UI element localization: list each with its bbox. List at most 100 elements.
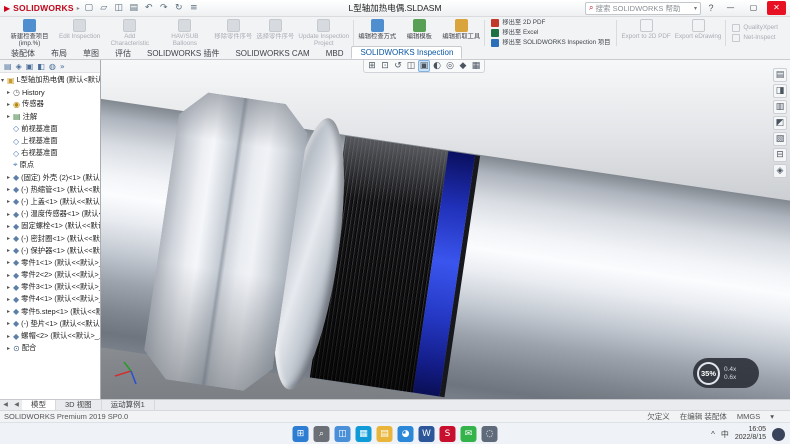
tree-item-assembly-root[interactable]: ▾▣L型轴加热电偶 (默认<默认_显示状态-1 <box>0 74 100 86</box>
maximize-button[interactable]: ▢ <box>744 1 763 15</box>
propertymanager-tab-icon[interactable]: ◈ <box>16 62 22 71</box>
tree-item-part[interactable]: ▸◆固定螺栓<1> (默认<<默认>_显示状... <box>0 220 100 232</box>
search-caret-icon[interactable]: ▾ <box>694 5 697 12</box>
tree-item-part[interactable]: ▸◆零件4<1> (默认<<默认>_... <box>0 293 100 305</box>
print-icon[interactable]: ▤ <box>128 1 140 16</box>
select-balloons-button[interactable]: 选择零件序号 <box>254 18 296 48</box>
new-inspection-project-button[interactable]: 新建检查项目(imp.%) <box>2 18 57 48</box>
new-file-icon[interactable]: ▢ <box>83 1 95 16</box>
undo-icon[interactable]: ↶ <box>143 1 155 16</box>
export-excel-item[interactable]: 移出至 Excel <box>491 29 610 37</box>
tree-item-origin[interactable]: ⌖原点 <box>0 159 100 171</box>
rebuild-icon[interactable]: ↻ <box>173 1 185 16</box>
edit-inspection-method-button[interactable]: 编辑检查方式 <box>356 18 398 48</box>
edit-template-button[interactable]: 编辑模板 <box>398 18 440 48</box>
tab-motion-study[interactable]: 运动算例1 <box>102 400 155 410</box>
chat-button[interactable]: ✉ <box>461 426 477 442</box>
hide-show-items-icon[interactable]: ◎ <box>444 60 456 72</box>
displaymanager-tab-icon[interactable]: ◍ <box>49 62 56 71</box>
help-search-input[interactable]: ⌕ 搜索 SOLIDWORKS 帮助 ▾ <box>585 2 701 15</box>
remove-balloons-button[interactable]: 移除零件序号 <box>212 18 254 48</box>
apply-scene-icon[interactable]: ▦ <box>470 60 482 72</box>
tab-sketch[interactable]: 草图 <box>75 48 107 59</box>
tab-3d-views[interactable]: 3D 视图 <box>56 400 102 410</box>
export-2d-pdf-item[interactable]: 移出至 2D PDF <box>491 19 610 27</box>
widgets-button[interactable]: ▦ <box>356 426 372 442</box>
tree-item-part[interactable]: ▸◆(-) 热缩管<1> (默认<<默认>_显... <box>0 184 100 196</box>
tab-solidworks-inspection[interactable]: SOLIDWORKS Inspection <box>351 46 462 59</box>
notification-badge-icon[interactable] <box>772 428 785 441</box>
qualityxpert-item[interactable]: QualityXpert <box>732 24 778 32</box>
scroll-tabs-left-icon[interactable]: ◀ <box>0 400 11 410</box>
tree-item-sensors[interactable]: ▸◉传感器 <box>0 98 100 110</box>
tree-item-part[interactable]: ▸◆零件2<2> (默认<<默认>_... <box>0 269 100 281</box>
net-inspect-item[interactable]: Net-Inspect <box>732 34 778 42</box>
taskbar-clock[interactable]: 16:05 2022/8/15 <box>735 426 766 443</box>
dimxpertmanager-tab-icon[interactable]: ◧ <box>37 62 45 71</box>
tree-item-part[interactable]: ▸◆零件1<1> (默认<<默认>_显示状态 <box>0 257 100 269</box>
help-button[interactable]: ? <box>705 3 717 13</box>
viewport-side-tool-icon[interactable]: ◨ <box>773 84 787 98</box>
open-file-icon[interactable]: ▱ <box>98 1 110 16</box>
tab-solidworks-cam[interactable]: SOLIDWORKS CAM <box>227 48 317 59</box>
tree-item-part[interactable]: ▸◆(-) 垫片<1> (默认<<默认> -> <box>0 318 100 330</box>
tab-assembly[interactable]: 装配体 <box>3 48 43 59</box>
tree-item-part[interactable]: ▸◆(固定) 外壳 (2)<1> (默认<<默认>_显示状 <box>0 172 100 184</box>
viewport-side-tool-icon[interactable]: ▧ <box>773 132 787 146</box>
word-button[interactable]: W <box>419 426 435 442</box>
scroll-tabs-left-icon[interactable]: ◀ <box>11 400 22 410</box>
search-button[interactable]: ⌕ <box>314 426 330 442</box>
task-view-button[interactable]: ◫ <box>335 426 351 442</box>
edge-button[interactable]: ◕ <box>398 426 414 442</box>
tree-item-part[interactable]: ▸◆(-) 温度传感器<1> (默认<<默认... <box>0 208 100 220</box>
tree-item-top-plane[interactable]: ◇上视基准面 <box>0 135 100 147</box>
tab-mbd[interactable]: MBD <box>318 48 352 59</box>
tab-model[interactable]: 模型 <box>22 400 56 410</box>
section-view-icon[interactable]: ◫ <box>405 60 417 72</box>
zoom-area-icon[interactable]: ⊡ <box>379 60 391 72</box>
export-to-2d-pdf-button[interactable]: Export to 2D PDF <box>619 18 672 48</box>
ime-indicator[interactable]: 中 <box>721 429 729 440</box>
tree-item-mates[interactable]: ▸⊙配合 <box>0 342 100 354</box>
close-button[interactable]: ✕ <box>767 1 786 15</box>
tray-expand-icon[interactable]: ^ <box>711 430 715 439</box>
add-characteristic-button[interactable]: Add Characteristic <box>102 18 157 48</box>
options-icon[interactable]: ≡ <box>188 1 200 16</box>
panel-overflow-icon[interactable]: » <box>60 62 65 71</box>
tree-item-right-plane[interactable]: ◇右视基准面 <box>0 147 100 159</box>
update-inspection-project-button[interactable]: Update Inspection Project <box>296 18 351 48</box>
viewport-3d[interactable]: ⊞ ⊡ ↺ ◫ ▣ ◐ ◎ ◆ ▦ ▤ ◨ ▥ ◩ ▧ ⊟ ◈ 35% 0.4x… <box>101 60 790 399</box>
file-explorer-button[interactable]: ▤ <box>377 426 393 442</box>
save-icon[interactable]: ◫ <box>113 1 125 16</box>
tree-item-part[interactable]: ▸◆零件5.step<1> (默认<<默认>... <box>0 306 100 318</box>
edit-capture-tool-button[interactable]: 编辑抓取工具 <box>440 18 482 48</box>
edit-appearance-icon[interactable]: ◆ <box>457 60 469 72</box>
export-edrawing-button[interactable]: Export eDrawing <box>673 18 724 48</box>
tree-item-part[interactable]: ▸◆(-) 上盖<1> (默认<<默认>_显示状... <box>0 196 100 208</box>
tree-item-history[interactable]: ▸◷History <box>0 86 100 98</box>
viewport-side-tool-icon[interactable]: ◈ <box>773 164 787 178</box>
settings-button[interactable]: ◌ <box>482 426 498 442</box>
start-button[interactable]: ⊞ <box>293 426 309 442</box>
solidworks-button[interactable]: S <box>440 426 456 442</box>
hav-sub-balloons-button[interactable]: HAV/SUB Balloons <box>157 18 212 48</box>
tree-item-front-plane[interactable]: ◇前视基准面 <box>0 123 100 135</box>
tab-evaluate[interactable]: 评估 <box>107 48 139 59</box>
tree-item-annotations[interactable]: ▸▤注解 <box>0 111 100 123</box>
minimize-button[interactable]: — <box>721 1 740 15</box>
redo-icon[interactable]: ↷ <box>158 1 170 16</box>
display-style-icon[interactable]: ◐ <box>431 60 443 72</box>
status-units[interactable]: MMGS <box>737 412 760 421</box>
tree-item-part[interactable]: ▸◆(-) 保护器<1> (默认<<默认>_... <box>0 245 100 257</box>
previous-view-icon[interactable]: ↺ <box>392 60 404 72</box>
tree-item-part[interactable]: ▸◆零件3<1> (默认<<默认>_... <box>0 281 100 293</box>
tree-item-part[interactable]: ▸◆(-) 密封圈<1> (默认<<默认>_显... <box>0 232 100 244</box>
tab-layout[interactable]: 布局 <box>43 48 75 59</box>
menu-expand-arrow-icon[interactable]: ▸ <box>77 5 80 12</box>
zoom-fit-icon[interactable]: ⊞ <box>366 60 378 72</box>
view-orientation-icon[interactable]: ▣ <box>418 60 430 72</box>
featuremanager-tab-icon[interactable]: ▤ <box>4 62 12 71</box>
viewport-side-tool-icon[interactable]: ▤ <box>773 68 787 82</box>
tab-solidworks-addins[interactable]: SOLIDWORKS 插件 <box>139 48 227 59</box>
viewport-side-tool-icon[interactable]: ◩ <box>773 116 787 130</box>
